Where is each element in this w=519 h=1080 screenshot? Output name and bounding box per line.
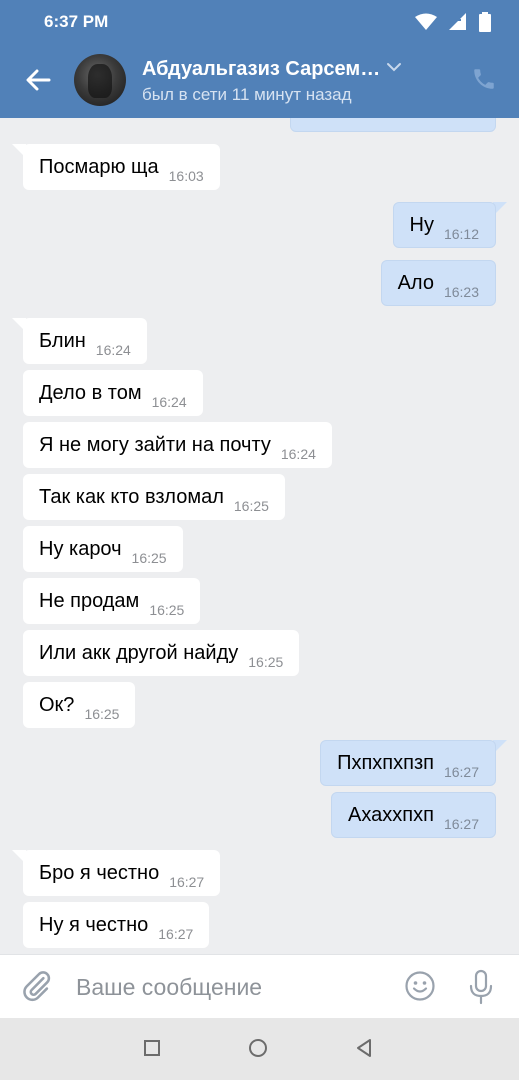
message-text: Бро я честно [39, 861, 160, 884]
nav-back-button[interactable] [352, 1036, 378, 1062]
message-incoming[interactable]: Или акк другой найду 16:25 [23, 630, 300, 676]
message-time: 16:25 [149, 602, 185, 618]
message-time: 16:27 [158, 926, 194, 942]
message-outgoing[interactable]: Ахаххпхп 16:27 [331, 792, 496, 838]
chat-header: Абдуальгазиз Сарсем… был в сети 11 минут… [0, 42, 519, 118]
message-text: Ну кароч [39, 537, 122, 560]
message-time: 16:24 [280, 446, 316, 462]
contact-status: был в сети 11 минут назад [142, 85, 352, 104]
message-text: Пхпхпхпзп [337, 751, 434, 774]
app-bar: 6:37 PM Абдуальгазиз Сарсем… был в сети … [0, 0, 519, 118]
signal-icon [449, 13, 466, 30]
message-input[interactable] [76, 967, 386, 1007]
message-outgoing[interactable]: Ало 16:23 [380, 260, 496, 306]
message-time: 16:03 [168, 168, 204, 184]
message-time: 16:24 [95, 342, 131, 358]
phone-icon [474, 69, 494, 89]
message-text: Не продам [39, 589, 140, 612]
message-text: Дело в том [39, 381, 142, 404]
circle-icon [249, 1039, 267, 1057]
message-text: Или акк другой найду [39, 641, 239, 664]
message-text: Так как кто взломал [39, 485, 224, 508]
message-time: 16:25 [233, 498, 269, 514]
message-incoming[interactable]: Ну я честно 16:27 [23, 902, 210, 948]
message-incoming[interactable]: Блин 16:24 [23, 318, 147, 364]
message-text: Ахаххпхп [348, 803, 434, 826]
triangle-back-icon [357, 1039, 371, 1057]
arrow-left-icon [26, 69, 51, 91]
call-button[interactable] [471, 66, 501, 96]
message-incoming[interactable]: Ну кароч 16:25 [23, 526, 183, 572]
message-text: Блин [39, 329, 86, 352]
message-outgoing[interactable]: Ну 16:12 [392, 202, 496, 248]
back-button[interactable] [18, 60, 58, 100]
contact-name[interactable]: Абдуальгазиз Сарсем… [142, 58, 380, 81]
voice-message-button[interactable] [466, 969, 498, 1005]
nav-recents-button[interactable] [140, 1036, 166, 1062]
message-time: 16:23 [443, 284, 479, 300]
message-time: 16:24 [151, 394, 187, 410]
emoji-button[interactable] [404, 970, 438, 1004]
message-incoming[interactable]: Дело в том 16:24 [23, 370, 203, 416]
message-incoming[interactable]: Так как кто взломал 16:25 [23, 474, 285, 520]
message-composer [0, 954, 519, 1018]
status-bar: 6:37 PM [0, 0, 519, 42]
battery-icon [479, 12, 491, 32]
message-time: 16:12 [443, 226, 479, 242]
message-outgoing[interactable]: Пхпхпхпзп 16:27 [320, 740, 496, 786]
system-nav-bar [0, 1018, 519, 1080]
smiley-icon [405, 971, 435, 1001]
message-incoming[interactable]: Я не могу зайти на почту 16:24 [23, 422, 332, 468]
square-icon [144, 1040, 160, 1056]
attach-button[interactable] [20, 969, 56, 1005]
message-text: Ну я честно [39, 913, 149, 936]
status-time: 6:37 PM [44, 12, 109, 31]
message-time: 16:27 [443, 816, 479, 832]
chevron-down-icon[interactable] [386, 62, 402, 72]
message-incoming[interactable]: Посмарю ща 16:03 [23, 144, 220, 190]
message-incoming[interactable]: Не продам 16:25 [23, 578, 201, 624]
message-time: 16:25 [248, 654, 284, 670]
message-time: 16:27 [169, 874, 205, 890]
message-incoming[interactable]: Бро я честно 16:27 [23, 850, 221, 896]
message-text: Посмарю ща [39, 155, 159, 178]
avatar[interactable] [74, 54, 126, 106]
message-bubble-partial [290, 118, 496, 132]
message-text: Ну [409, 213, 434, 236]
nav-home-button[interactable] [246, 1036, 272, 1062]
status-icons [415, 12, 491, 32]
microphone-icon [469, 969, 493, 1005]
message-list[interactable]: Посмарю ща 16:03 Ну 16:12 Ало 16:23 Блин… [0, 118, 519, 954]
message-time: 16:25 [84, 706, 120, 722]
paperclip-icon [23, 971, 51, 1002]
message-time: 16:27 [443, 764, 479, 780]
message-text: Ок? [39, 693, 75, 716]
message-text: Ало [397, 271, 434, 294]
message-time: 16:25 [131, 550, 167, 566]
message-text: Я не могу зайти на почту [39, 433, 271, 456]
wifi-icon [415, 13, 437, 30]
message-incoming[interactable]: Ок? 16:25 [23, 682, 136, 728]
